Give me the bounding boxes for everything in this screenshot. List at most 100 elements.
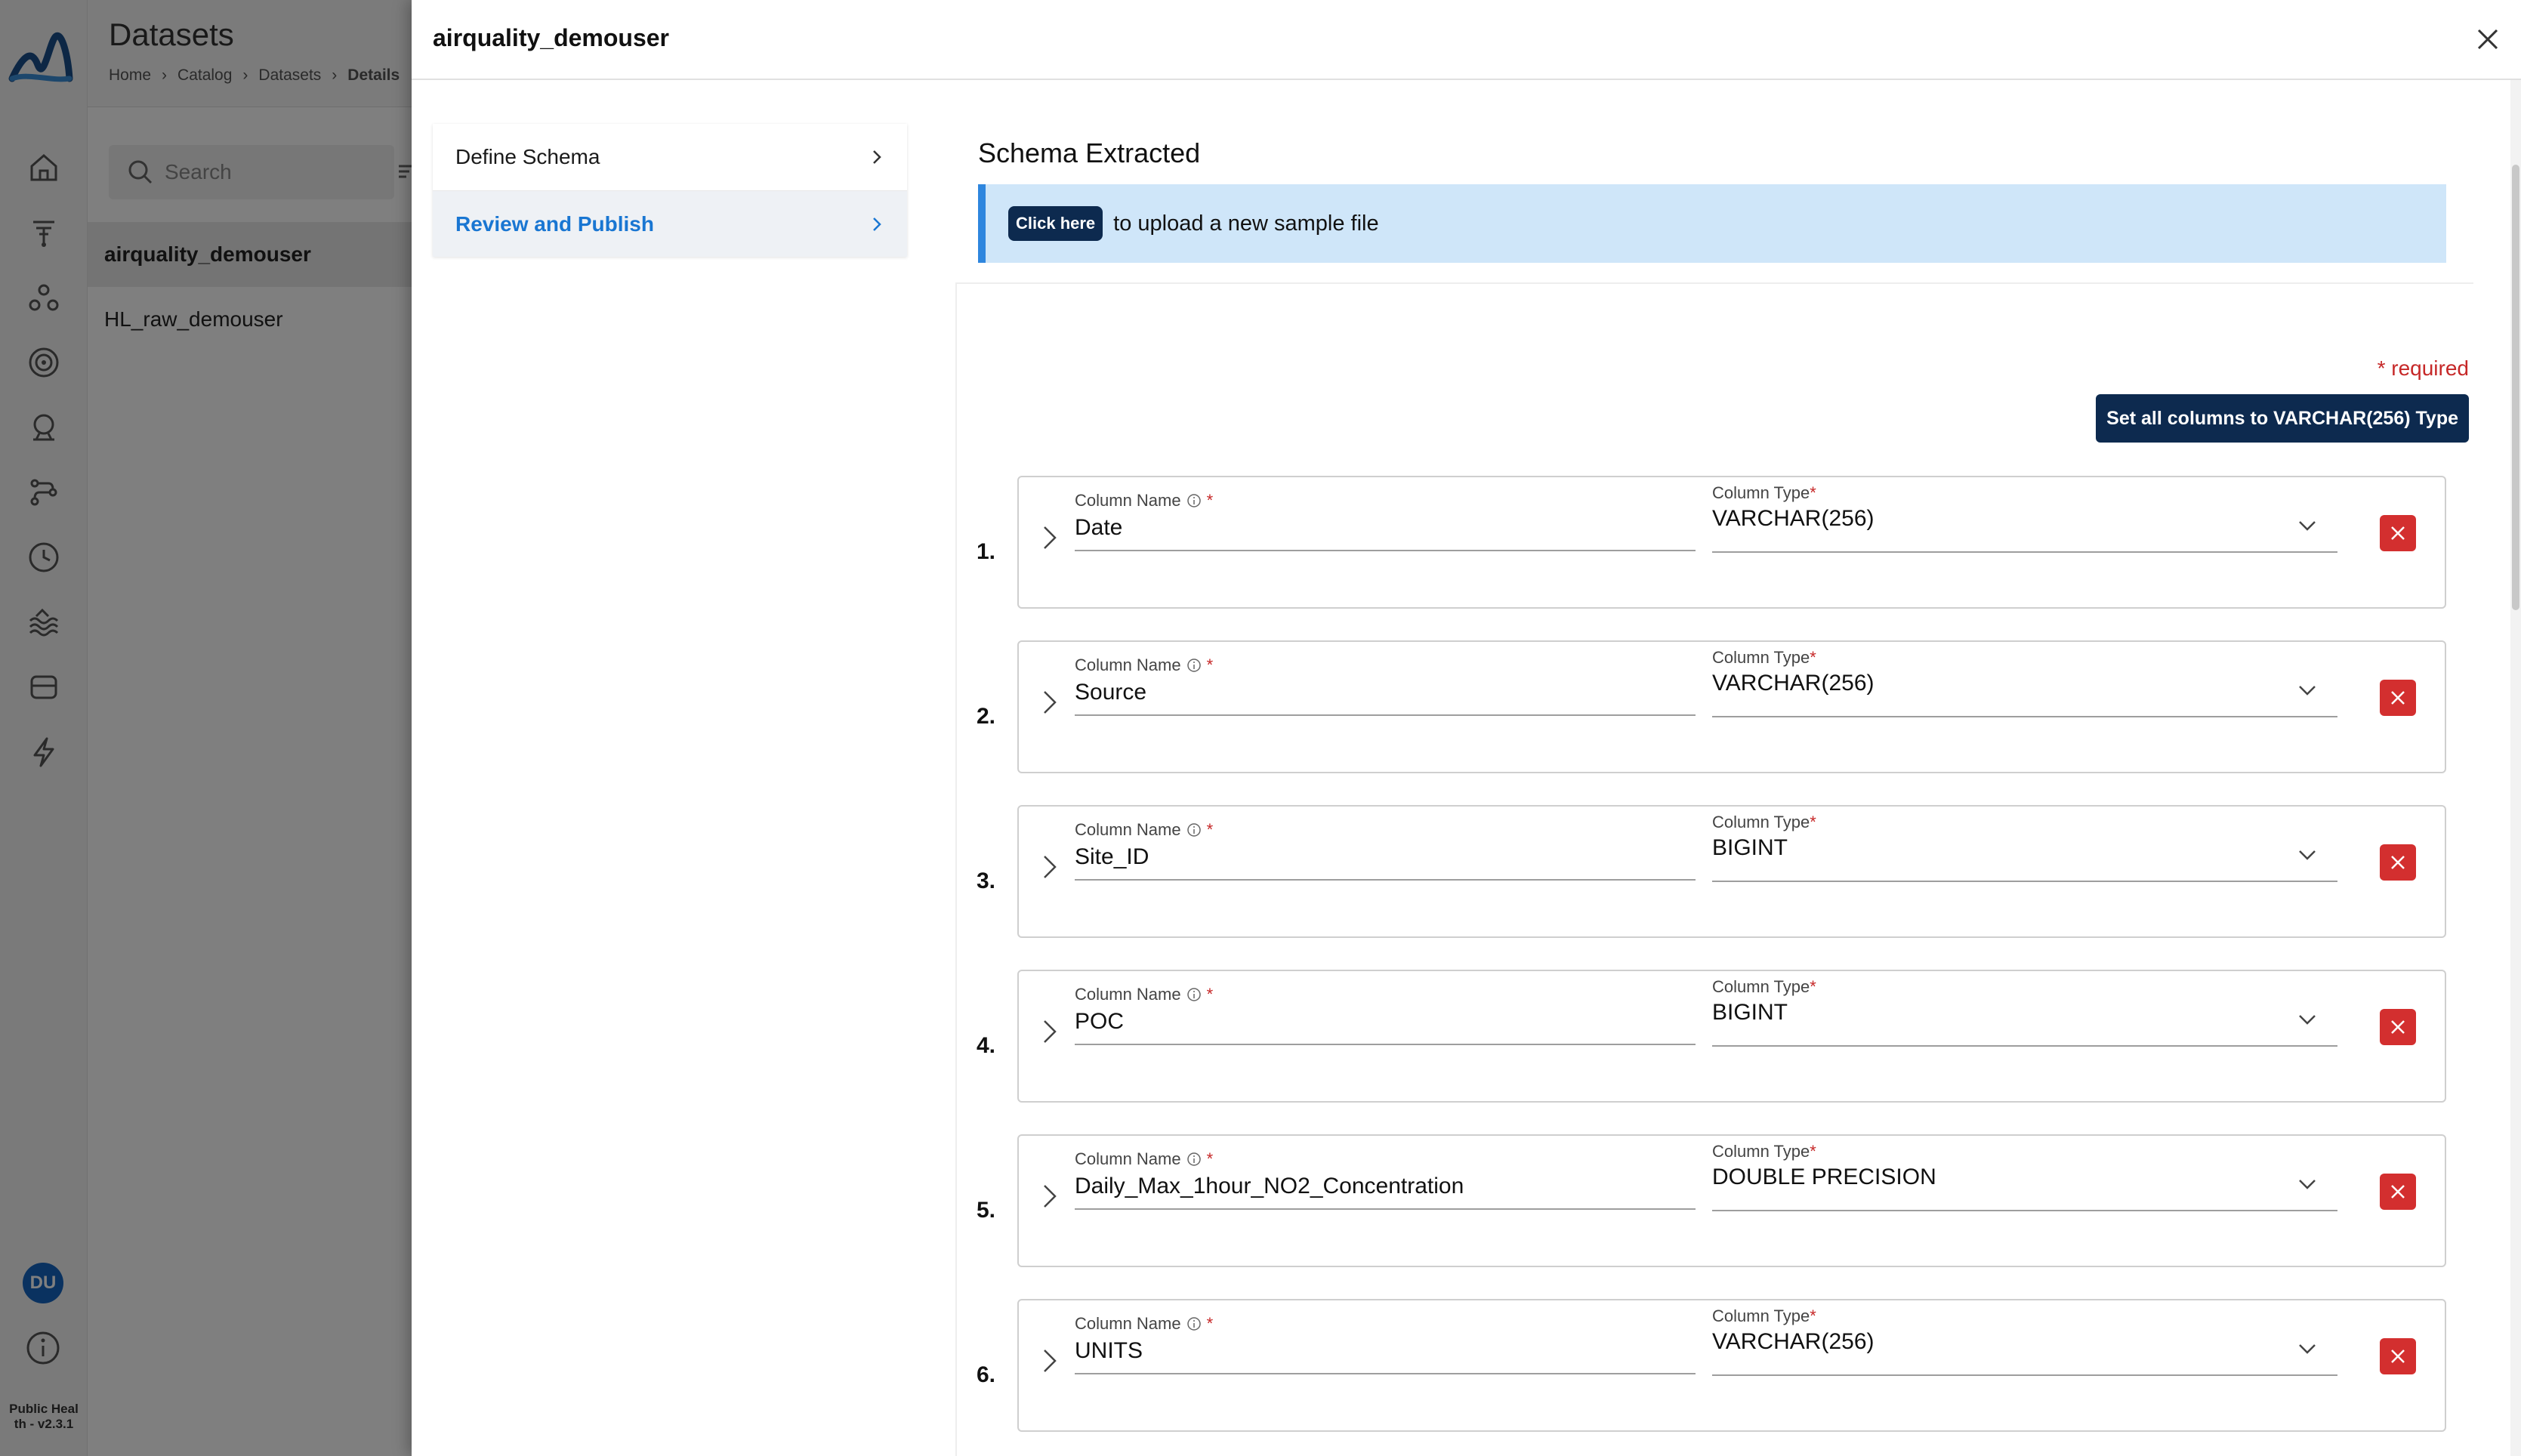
chevron-down-icon (2299, 1180, 2316, 1189)
column-name-field[interactable]: Column Name * Site_ID (1075, 820, 1696, 881)
column-type-select[interactable]: Column Type * VARCHAR(256) (1712, 648, 2337, 717)
column-card: Column Name * Source Column Type * VARCHA… (1017, 640, 2446, 773)
column-type-value: DOUBLE PRECISION (1712, 1164, 1936, 1189)
delete-icon (2391, 691, 2405, 705)
column-index: 2. (977, 704, 996, 729)
column-type-label: Column Type (1712, 1306, 1810, 1325)
info-icon[interactable] (1186, 822, 1202, 838)
column-index: 4. (977, 1033, 996, 1058)
column-type-label: Column Type (1712, 483, 1810, 502)
column-row: 3. Column Name * Site_ID Column Type * BI… (977, 805, 2446, 938)
chevron-right-icon[interactable] (1035, 1181, 1063, 1211)
column-type-label: Column Type (1712, 1142, 1810, 1161)
scrollbar-thumb[interactable] (2512, 165, 2519, 610)
required-mark: * (1810, 483, 1816, 502)
drawer-header: airquality_demouser (412, 0, 2521, 80)
wizard-steps: Define Schema Review and Publish (433, 124, 907, 257)
chevron-right-icon[interactable] (1035, 1346, 1063, 1376)
set-all-varchar-button[interactable]: Set all columns to VARCHAR(256) Type (2096, 394, 2469, 443)
chevron-right-icon[interactable] (1035, 523, 1063, 553)
upload-banner-text: to upload a new sample file (1113, 211, 1379, 236)
info-icon[interactable] (1186, 492, 1202, 509)
column-row: 5. Column Name * Daily_Max_1hour_NO2_Con… (977, 1134, 2446, 1267)
modal-backdrop[interactable] (0, 0, 412, 1456)
column-name-value[interactable]: POC (1075, 1009, 1696, 1035)
required-mark: * (1206, 985, 1214, 1004)
chevron-down-icon (2299, 686, 2316, 696)
drawer-title: airquality_demouser (433, 24, 669, 51)
delete-icon (2391, 856, 2405, 869)
column-name-field[interactable]: Column Name * Source (1075, 656, 1696, 716)
column-card: Column Name * Date Column Type * VARCHAR(… (1017, 476, 2446, 609)
required-mark: * (1810, 648, 1816, 667)
column-type-value: VARCHAR(256) (1712, 671, 1875, 696)
column-name-field[interactable]: Column Name * UNITS (1075, 1314, 1696, 1374)
required-note: * required (2377, 356, 2469, 380)
delete-icon (2391, 1185, 2405, 1198)
upload-link-button[interactable]: Click here (1008, 206, 1103, 241)
column-row: 6. Column Name * UNITS Column Type * VARC… (977, 1299, 2446, 1432)
column-card: Column Name * Site_ID Column Type * BIGIN… (1017, 805, 2446, 938)
column-index: 3. (977, 868, 996, 893)
info-icon[interactable] (1186, 1316, 1202, 1332)
column-type-value: BIGINT (1712, 1000, 1788, 1025)
column-name-value[interactable]: Source (1075, 680, 1696, 705)
chevron-right-icon[interactable] (1035, 687, 1063, 717)
column-type-select[interactable]: Column Type * BIGINT (1712, 977, 2337, 1047)
required-mark: * (1810, 1142, 1816, 1161)
column-name-label: Column Name (1075, 1149, 1181, 1168)
column-type-value: BIGINT (1712, 835, 1788, 860)
column-type-select[interactable]: Column Type * VARCHAR(256) (1712, 483, 2337, 553)
step-review-and-publish[interactable]: Review and Publish (433, 190, 907, 257)
chevron-down-icon (2299, 1015, 2316, 1025)
column-name-label: Column Name (1075, 820, 1181, 839)
scrollbar[interactable] (2510, 80, 2521, 1456)
upload-banner: Click here to upload a new sample file (978, 184, 2446, 263)
info-icon[interactable] (1186, 1151, 1202, 1168)
required-mark: * (1206, 491, 1214, 510)
column-type-value: VARCHAR(256) (1712, 506, 1875, 531)
column-name-label: Column Name (1075, 656, 1181, 674)
delete-column-button[interactable] (2380, 1174, 2416, 1210)
delete-column-button[interactable] (2380, 1009, 2416, 1045)
column-type-select[interactable]: Column Type * VARCHAR(256) (1712, 1306, 2337, 1376)
column-type-select[interactable]: Column Type * BIGINT (1712, 813, 2337, 882)
info-icon[interactable] (1186, 986, 1202, 1003)
required-mark: * (1206, 656, 1214, 674)
chevron-down-icon (2299, 521, 2316, 531)
required-mark: * (1810, 1306, 1816, 1325)
column-type-label: Column Type (1712, 813, 1810, 831)
delete-column-button[interactable] (2380, 844, 2416, 881)
column-card: Column Name * Daily_Max_1hour_NO2_Concen… (1017, 1134, 2446, 1267)
column-type-label: Column Type (1712, 648, 1810, 667)
step-define-schema[interactable]: Define Schema (433, 124, 907, 190)
column-name-field[interactable]: Column Name * Date (1075, 491, 1696, 551)
delete-column-button[interactable] (2380, 515, 2416, 551)
column-name-field[interactable]: Column Name * POC (1075, 985, 1696, 1045)
column-type-select[interactable]: Column Type * DOUBLE PRECISION (1712, 1142, 2337, 1211)
delete-column-button[interactable] (2380, 680, 2416, 716)
schema-drawer: airquality_demouser Define Schema Review… (412, 0, 2521, 1456)
delete-column-button[interactable] (2380, 1338, 2416, 1374)
chevron-right-icon[interactable] (1035, 1016, 1063, 1047)
column-name-value[interactable]: UNITS (1075, 1338, 1696, 1364)
required-mark: * (1206, 820, 1214, 839)
info-icon[interactable] (1186, 657, 1202, 674)
chevron-right-icon (873, 150, 881, 164)
schema-content: Schema Extracted Click here to upload a … (955, 80, 2495, 1456)
column-row: 1. Column Name * Date Column Type * VARCH… (977, 476, 2446, 609)
column-row: 4. Column Name * POC Column Type * BIGINT (977, 970, 2446, 1103)
column-card: Column Name * UNITS Column Type * VARCHAR… (1017, 1299, 2446, 1432)
column-type-label: Column Type (1712, 977, 1810, 996)
delete-icon (2391, 526, 2405, 540)
required-mark: * (1206, 1314, 1214, 1333)
column-name-value[interactable]: Daily_Max_1hour_NO2_Concentration (1075, 1174, 1696, 1199)
column-name-label: Column Name (1075, 985, 1181, 1004)
column-name-value[interactable]: Site_ID (1075, 844, 1696, 870)
close-icon[interactable] (2471, 23, 2504, 56)
column-index: 1. (977, 539, 996, 564)
column-name-field[interactable]: Column Name * Daily_Max_1hour_NO2_Concen… (1075, 1149, 1696, 1210)
column-name-value[interactable]: Date (1075, 515, 1696, 541)
required-mark: * (1206, 1149, 1214, 1168)
chevron-right-icon[interactable] (1035, 852, 1063, 882)
